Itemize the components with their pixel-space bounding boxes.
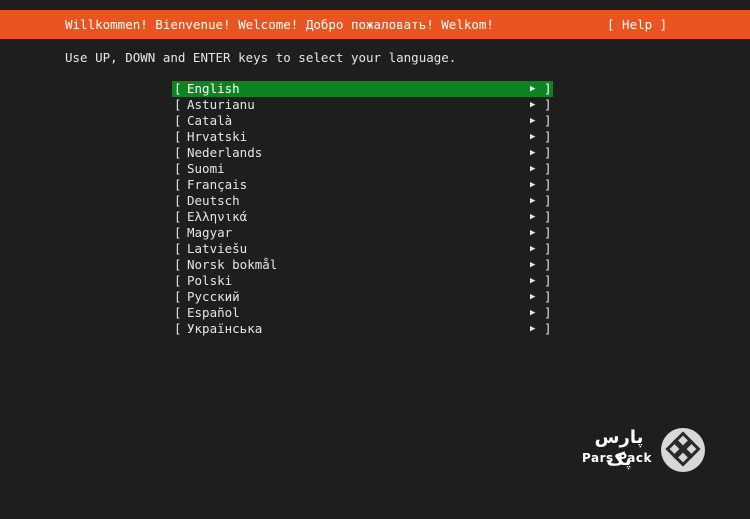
language-item[interactable]: [ Українська ▶]	[172, 321, 553, 337]
close-bracket: ]	[544, 209, 552, 224]
arrow-right-icon: ▶	[530, 116, 536, 126]
open-bracket: [	[174, 305, 182, 320]
language-label: Magyar	[187, 225, 233, 240]
close-bracket: ]	[544, 225, 552, 240]
close-bracket: ]	[544, 321, 552, 336]
arrow-right-icon: ▶	[530, 212, 536, 222]
parspack-logo-icon	[661, 428, 705, 472]
language-label: Asturianu	[187, 97, 255, 112]
open-bracket: [	[174, 161, 182, 176]
close-bracket: ]	[544, 113, 552, 128]
arrow-right-icon: ▶	[530, 244, 536, 254]
parspack-logo: پارس پک Pars Pack	[580, 427, 706, 475]
open-bracket: [	[174, 81, 182, 96]
language-label: Latviešu	[187, 241, 248, 256]
language-label: Norsk bokmål	[187, 257, 278, 272]
language-label: Français	[187, 177, 248, 192]
arrow-right-icon: ▶	[530, 228, 536, 238]
header-bar: Willkommen! Bienvenue! Welcome! Добро по…	[0, 10, 750, 39]
arrow-right-icon: ▶	[530, 100, 536, 110]
language-list: [ English ▶] [ Asturianu ▶] [ Català ▶] [ Hrvatski…	[172, 81, 553, 337]
language-item[interactable]: [ Asturianu ▶]	[172, 97, 553, 113]
arrow-right-icon: ▶	[530, 164, 536, 174]
close-bracket: ]	[544, 97, 552, 112]
arrow-right-icon: ▶	[530, 132, 536, 142]
open-bracket: [	[174, 193, 182, 208]
language-item[interactable]: [ Polski ▶]	[172, 273, 553, 289]
language-item[interactable]: [ Русский ▶]	[172, 289, 553, 305]
open-bracket: [	[174, 113, 182, 128]
open-bracket: [	[174, 225, 182, 240]
language-item[interactable]: [ Ελληνικά ▶]	[172, 209, 553, 225]
arrow-right-icon: ▶	[530, 260, 536, 270]
open-bracket: [	[174, 145, 182, 160]
language-label: Català	[187, 113, 233, 128]
close-bracket: ]	[544, 81, 552, 96]
language-label: Suomi	[187, 161, 225, 176]
close-bracket: ]	[544, 273, 552, 288]
close-bracket: ]	[544, 129, 552, 144]
language-label: Polski	[187, 273, 233, 288]
language-item[interactable]: [ Latviešu ▶]	[172, 241, 553, 257]
open-bracket: [	[174, 257, 182, 272]
arrow-right-icon: ▶	[530, 324, 536, 334]
open-bracket: [	[174, 97, 182, 112]
open-bracket: [	[174, 241, 182, 256]
arrow-right-icon: ▶	[530, 196, 536, 206]
instructions-text: Use UP, DOWN and ENTER keys to select yo…	[65, 50, 457, 65]
close-bracket: ]	[544, 241, 552, 256]
open-bracket: [	[174, 289, 182, 304]
close-bracket: ]	[544, 145, 552, 160]
logo-text-en: Pars Pack	[582, 451, 652, 465]
close-bracket: ]	[544, 161, 552, 176]
arrow-right-icon: ▶	[530, 180, 536, 190]
language-item[interactable]: [ Català ▶]	[172, 113, 553, 129]
language-label: Українська	[187, 321, 263, 336]
language-item[interactable]: [ Magyar ▶]	[172, 225, 553, 241]
close-bracket: ]	[544, 177, 552, 192]
language-label: Русский	[187, 289, 240, 304]
language-item[interactable]: [ Hrvatski ▶]	[172, 129, 553, 145]
language-label: Español	[187, 305, 240, 320]
language-label: English	[187, 81, 240, 96]
welcome-title: Willkommen! Bienvenue! Welcome! Добро по…	[65, 17, 494, 32]
arrow-right-icon: ▶	[530, 308, 536, 318]
arrow-right-icon: ▶	[530, 84, 536, 94]
close-bracket: ]	[544, 193, 552, 208]
help-button[interactable]: [ Help ]	[607, 17, 667, 32]
language-item[interactable]: [ English ▶]	[172, 81, 553, 97]
open-bracket: [	[174, 273, 182, 288]
open-bracket: [	[174, 177, 182, 192]
language-item[interactable]: [ Suomi ▶]	[172, 161, 553, 177]
language-label: Hrvatski	[187, 129, 248, 144]
language-label: Nederlands	[187, 145, 263, 160]
open-bracket: [	[174, 209, 182, 224]
arrow-right-icon: ▶	[530, 276, 536, 286]
open-bracket: [	[174, 321, 182, 336]
arrow-right-icon: ▶	[530, 148, 536, 158]
open-bracket: [	[174, 129, 182, 144]
language-item[interactable]: [ Español ▶]	[172, 305, 553, 321]
close-bracket: ]	[544, 289, 552, 304]
close-bracket: ]	[544, 257, 552, 272]
language-item[interactable]: [ Nederlands ▶]	[172, 145, 553, 161]
language-label: Deutsch	[187, 193, 240, 208]
language-item[interactable]: [ Norsk bokmål ▶]	[172, 257, 553, 273]
language-item[interactable]: [ Français ▶]	[172, 177, 553, 193]
arrow-right-icon: ▶	[530, 292, 536, 302]
language-label: Ελληνικά	[187, 209, 248, 224]
language-item[interactable]: [ Deutsch ▶]	[172, 193, 553, 209]
close-bracket: ]	[544, 305, 552, 320]
